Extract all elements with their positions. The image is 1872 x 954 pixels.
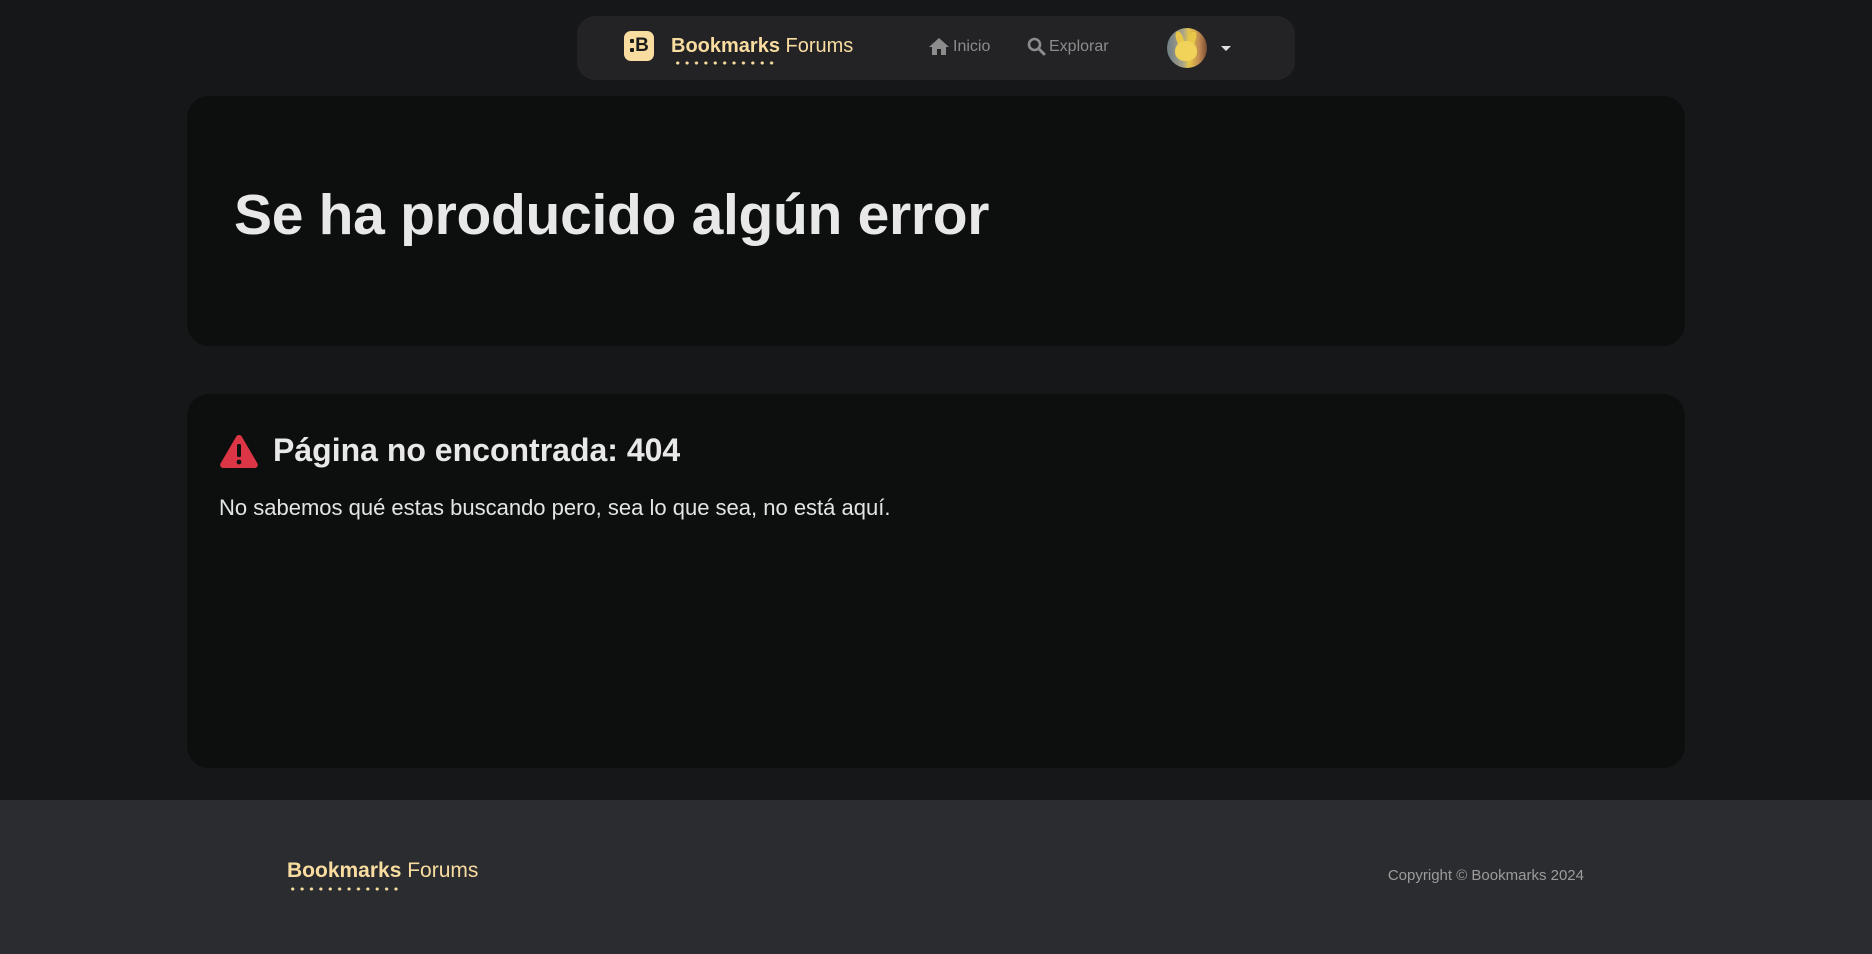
brand-link[interactable]: B Bookmarks Forums <box>624 31 854 65</box>
error-card: Página no encontrada: 404 No sabemos qué… <box>187 394 1685 768</box>
search-icon <box>1027 37 1046 56</box>
copyright-text: Copyright © Bookmarks 2024 <box>1387 867 1584 884</box>
nav-link-inicio[interactable]: Inicio <box>928 37 990 56</box>
error-header: Página no encontrada: 404 <box>219 432 680 469</box>
brand-logo-icon: B <box>624 31 654 61</box>
footer-brand-strong: Bookmarks <box>287 859 402 882</box>
top-navbar: B Bookmarks Forums Inicio Explorar <box>577 16 1295 80</box>
footer-brand-dots <box>288 887 398 891</box>
error-title: Página no encontrada: 404 <box>273 432 681 468</box>
error-message: No sabemos qué estas buscando pero, sea … <box>219 495 891 520</box>
brand-logo-letter: B <box>635 35 649 56</box>
page-title: Se ha producido algún error <box>234 183 990 247</box>
brand-name-light: Forums <box>785 35 854 57</box>
nav-link-inicio-label: Inicio <box>953 37 991 55</box>
nav-link-explorar-label: Explorar <box>1049 37 1109 55</box>
brand-name-strong: Bookmarks <box>671 35 780 57</box>
warning-triangle-icon <box>220 434 258 468</box>
home-icon <box>929 38 949 55</box>
footer: Bookmarks Forums Copyright © Bookmarks 2… <box>0 800 1872 954</box>
user-avatar <box>1167 28 1207 68</box>
nav-link-explorar[interactable]: Explorar <box>1027 37 1109 56</box>
user-menu-toggle[interactable] <box>1167 28 1231 68</box>
footer-brand-link[interactable]: Bookmarks Forums <box>287 859 479 891</box>
caret-down-icon <box>1221 45 1231 51</box>
brand-name: Bookmarks Forums <box>671 35 854 65</box>
page: B Bookmarks Forums Inicio Explorar Se ha… <box>0 0 1872 954</box>
footer-brand-light: Forums <box>407 859 479 882</box>
hero-card: Se ha producido algún error <box>187 96 1685 346</box>
brand-dots-underline <box>673 61 777 65</box>
